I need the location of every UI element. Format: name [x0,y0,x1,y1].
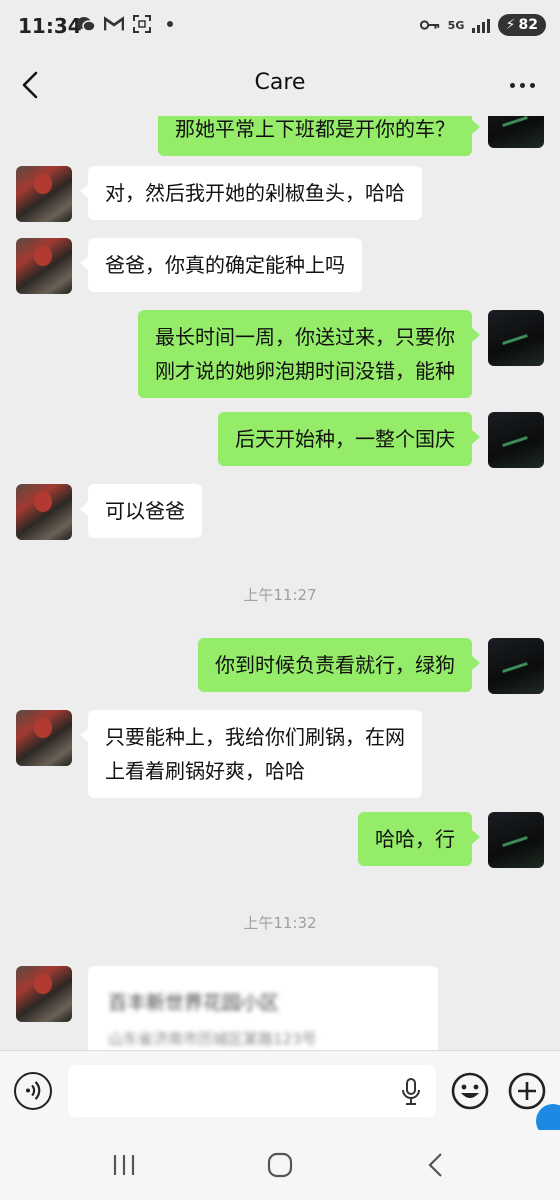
message-bubble[interactable]: 对，然后我开她的剁椒鱼头，哈哈 [80,166,422,220]
bolt-icon: ⚡ [505,17,516,33]
message-row: 只要能种上，我给你们刷锅，在网 上看着刷锅好爽，哈哈 [0,710,560,798]
chat-header: Care [0,54,560,116]
mic-icon[interactable] [400,1077,422,1107]
emoji-button[interactable] [450,1071,490,1111]
message-bubble[interactable]: 爸爸，你真的确定能种上吗 [80,238,362,292]
status-bar: 11:34 5G ⚡ 82 [0,0,560,54]
message-bubble[interactable]: 最长时间一周，你送过来，只要你 刚才说的她卵泡期时间没错，能种 [138,310,480,398]
my-avatar[interactable] [488,412,544,468]
timestamp: 上午11:32 [243,914,317,932]
home-button[interactable] [264,1150,296,1180]
back-nav-button[interactable] [420,1150,452,1180]
plus-icon [508,1072,546,1110]
gmail-icon [104,14,124,34]
my-avatar[interactable] [488,116,544,148]
chat-title: Care [254,70,306,95]
battery-level: 82 [518,17,538,33]
message-line: 最长时间一周，你送过来，只要你 [155,325,455,349]
message-bubble[interactable]: 后天开始种，一整个国庆 [218,412,480,466]
message-line: 上看着刷锅好爽，哈哈 [105,759,305,783]
message-bubble[interactable]: 你到时候负责看就行，绿狗 [198,638,480,692]
emoji-icon [451,1072,489,1110]
location-title: 百丰新世界花园小区 [108,992,280,1014]
battery-indicator: ⚡ 82 [497,14,546,36]
status-right: 5G ⚡ 82 [419,14,546,36]
input-bar [0,1050,560,1130]
message-row: 可以爸爸 [0,484,560,540]
dot-icon [160,14,180,34]
friend-avatar[interactable] [16,238,72,294]
more-dots-icon [509,82,515,88]
friend-avatar[interactable] [16,966,72,1022]
status-time: 11:34 [18,14,82,38]
location-card[interactable]: 百丰新世界花园小区 山东省济南市历城区某路123号 [88,966,438,1050]
back-nav-icon [428,1153,442,1177]
friend-avatar[interactable] [16,710,72,766]
message-bubble[interactable]: 哈哈，行 [358,812,480,866]
message-row: 对，然后我开她的剁椒鱼头，哈哈 [0,166,560,222]
my-avatar[interactable] [488,310,544,366]
message-row: 爸爸，你真的确定能种上吗 [0,238,560,294]
my-avatar[interactable] [488,638,544,694]
plus-button[interactable] [507,1071,547,1111]
notification-icons [76,14,180,34]
message-row: 最长时间一周，你送过来，只要你 刚才说的她卵泡期时间没错，能种 [0,310,560,398]
voice-icon [26,1081,41,1100]
message-line: 只要能种上，我给你们刷锅，在网 [105,725,405,749]
my-avatar[interactable] [488,812,544,868]
message-row: 你到时候负责看就行，绿狗 [0,638,560,694]
message-bubble[interactable]: 可以爸爸 [80,484,202,538]
system-nav-bar [0,1130,560,1200]
recent-apps-icon [113,1155,135,1175]
message-bubble[interactable]: 那她平常上下班都是开你的车？ [158,116,480,156]
signal-icon [471,17,490,33]
more-button[interactable] [502,68,542,102]
network-type: 5G [447,18,465,32]
timestamp: 上午11:27 [243,586,317,604]
key-icon [419,15,440,35]
message-row: 百丰新世界花园小区 山东省济南市历城区某路123号 [0,966,560,1050]
home-icon [267,1152,293,1178]
friend-avatar[interactable] [16,166,72,222]
message-row: 哈哈，行 [0,812,560,868]
recent-apps-button[interactable] [108,1150,140,1180]
message-bubble[interactable]: 只要能种上，我给你们刷锅，在网 上看着刷锅好爽，哈哈 [80,710,422,798]
wechat-icon [76,14,96,34]
scan-icon [132,14,152,34]
friend-avatar[interactable] [16,484,72,540]
message-list[interactable]: 那她平常上下班都是开你的车？ 对，然后我开她的剁椒鱼头，哈哈 爸爸，你真的确定能… [0,116,560,1050]
message-row: 后天开始种，一整个国庆 [0,412,560,468]
message-input[interactable] [68,1065,436,1117]
location-address: 山东省济南市历城区某路123号 [108,1030,317,1048]
voice-button[interactable] [14,1072,52,1110]
message-row: 那她平常上下班都是开你的车？ [0,116,560,156]
message-line: 刚才说的她卵泡期时间没错，能种 [155,359,455,383]
